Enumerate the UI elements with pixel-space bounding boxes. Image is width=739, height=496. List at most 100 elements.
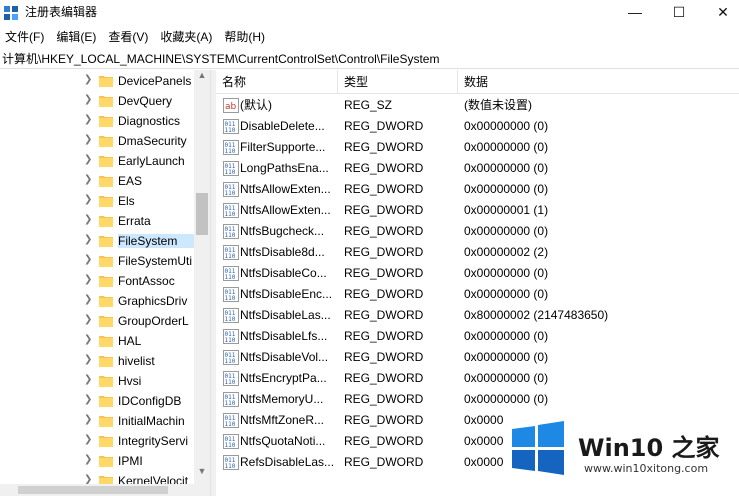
chevron-right-icon[interactable]: ❯ — [84, 414, 92, 425]
scrollbar-thumb[interactable] — [196, 193, 208, 235]
address-bar[interactable]: 计算机\HKEY_LOCAL_MACHINE\SYSTEM\CurrentCon… — [0, 49, 739, 69]
tree-item[interactable]: ❯ GroupOrderL — [0, 311, 194, 331]
chevron-right-icon[interactable]: ❯ — [84, 134, 92, 145]
scrollbar-thumb[interactable] — [18, 486, 168, 494]
tree-item[interactable]: ❯ GraphicsDriv — [0, 291, 194, 311]
tree-item-label: Els — [118, 194, 135, 208]
folder-icon — [99, 356, 113, 367]
value-name: (默认) — [240, 98, 272, 112]
tree-item[interactable]: ❯ IDConfigDB — [0, 391, 194, 411]
chevron-right-icon[interactable]: ❯ — [84, 394, 92, 405]
value-type: REG_DWORD — [344, 287, 424, 301]
value-row[interactable]: 011 110 NtfsAllowExten... REG_DWORD 0x000000… — [216, 200, 739, 221]
binary-value-icon: 011110 — [223, 182, 239, 197]
chevron-right-icon[interactable]: ❯ — [84, 214, 92, 225]
menu-view[interactable]: 查看(V) — [103, 27, 153, 47]
close-button[interactable]: ✕ — [703, 0, 739, 24]
minimize-button[interactable]: — — [615, 0, 655, 24]
value-name: LongPathsEna... — [240, 161, 329, 175]
menu-favorites[interactable]: 收藏夹(A) — [155, 27, 217, 47]
tree-item[interactable]: ❯ InitialMachin — [0, 411, 194, 431]
value-type: REG_DWORD — [344, 329, 424, 343]
chevron-right-icon[interactable]: ❯ — [84, 294, 92, 305]
chevron-right-icon[interactable]: ❯ — [84, 114, 92, 125]
tree-item[interactable]: ❯ EAS — [0, 171, 194, 191]
value-type: REG_DWORD — [344, 140, 424, 154]
tree-item[interactable]: ❯ DevQuery — [0, 91, 194, 111]
value-row[interactable]: 011 110 NtfsDisable8d... REG_DWORD 0x0000000… — [216, 242, 739, 263]
chevron-right-icon[interactable]: ❯ — [84, 174, 92, 185]
value-name: NtfsBugcheck... — [240, 224, 325, 238]
chevron-right-icon[interactable]: ❯ — [84, 274, 92, 285]
tree-item[interactable]: ❯ DevicePanels — [0, 71, 194, 91]
value-name: NtfsDisable8d... — [240, 245, 325, 259]
value-row[interactable]: 011 110 NtfsAllowExten... REG_DWORD 0x000000… — [216, 179, 739, 200]
value-name: NtfsQuotaNoti... — [240, 434, 326, 448]
value-type: REG_DWORD — [344, 119, 424, 133]
folder-icon — [99, 236, 113, 247]
value-row[interactable]: 011 110 NtfsMemoryU... REG_DWORD 0x00000000 … — [216, 389, 739, 410]
tree-vertical-scrollbar[interactable]: ▲ ▼ — [194, 70, 210, 484]
scroll-up-icon[interactable]: ▲ — [194, 70, 210, 86]
chevron-right-icon[interactable]: ❯ — [84, 374, 92, 385]
tree-item[interactable]: ❯ EarlyLaunch — [0, 151, 194, 171]
chevron-right-icon[interactable]: ❯ — [84, 334, 92, 345]
value-row[interactable]: 011 110 NtfsDisableEnc... REG_DWORD 0x000000… — [216, 284, 739, 305]
tree-item[interactable]: ❯ KernelVelocit — [0, 471, 194, 484]
tree-item[interactable]: ❯ HAL — [0, 331, 194, 351]
chevron-right-icon[interactable]: ❯ — [84, 434, 92, 445]
tree-item[interactable]: ❯ FileSystem — [0, 231, 194, 251]
value-row[interactable]: 011 110 FilterSupporte... REG_DWORD 0x000000… — [216, 137, 739, 158]
tree-item[interactable]: ❯ IPMI — [0, 451, 194, 471]
chevron-right-icon[interactable]: ❯ — [84, 474, 92, 484]
binary-value-icon: 011110 — [223, 455, 239, 470]
tree-item[interactable]: ❯ Diagnostics — [0, 111, 194, 131]
maximize-button[interactable]: ☐ — [659, 0, 699, 24]
tree-item-label: GroupOrderL — [118, 314, 189, 328]
value-row[interactable]: 011 110 LongPathsEna... REG_DWORD 0x00000000… — [216, 158, 739, 179]
value-row[interactable]: ab (默认) REG_SZ (数值未设置) — [216, 95, 739, 116]
tree-item[interactable]: ❯ DmaSecurity — [0, 131, 194, 151]
value-type: REG_DWORD — [344, 224, 424, 238]
chevron-right-icon[interactable]: ❯ — [84, 234, 92, 245]
menu-help[interactable]: 帮助(H) — [219, 27, 270, 47]
scroll-down-icon[interactable]: ▼ — [194, 466, 210, 482]
folder-icon — [99, 476, 113, 484]
tree-item[interactable]: ❯ hivelist — [0, 351, 194, 371]
tree-item[interactable]: ❯ IntegrityServi — [0, 431, 194, 451]
chevron-right-icon[interactable]: ❯ — [84, 454, 92, 465]
tree-horizontal-scrollbar[interactable] — [0, 484, 210, 496]
folder-icon — [99, 116, 113, 127]
value-row[interactable]: 011 110 NtfsDisableCo... REG_DWORD 0x0000000… — [216, 263, 739, 284]
tree-item[interactable]: ❯ Errata — [0, 211, 194, 231]
value-row[interactable]: 011 110 DisableDelete... REG_DWORD 0x0000000… — [216, 116, 739, 137]
chevron-right-icon[interactable]: ❯ — [84, 254, 92, 265]
menu-edit[interactable]: 编辑(E) — [51, 27, 101, 47]
chevron-right-icon[interactable]: ❯ — [84, 354, 92, 365]
column-name[interactable]: 名称 — [216, 70, 338, 94]
chevron-right-icon[interactable]: ❯ — [84, 94, 92, 105]
value-row[interactable]: 011 110 NtfsDisableLas... REG_DWORD 0x800000… — [216, 305, 739, 326]
tree-item-label: hivelist — [118, 354, 155, 368]
binary-value-icon: 011110 — [223, 329, 239, 344]
column-data[interactable]: 数据 — [458, 70, 739, 94]
tree-item-label: FontAssoc — [118, 274, 175, 288]
menu-file[interactable]: 文件(F) — [0, 27, 49, 47]
value-row[interactable]: 011 110 NtfsDisableVol... REG_DWORD 0x000000… — [216, 347, 739, 368]
chevron-right-icon[interactable]: ❯ — [84, 314, 92, 325]
value-data: 0x00000001 (1) — [464, 203, 549, 217]
value-row[interactable]: 011 110 NtfsBugcheck... REG_DWORD 0x00000000… — [216, 221, 739, 242]
value-row[interactable]: 011 110 NtfsEncryptPa... REG_DWORD 0x0000000… — [216, 368, 739, 389]
tree-item[interactable]: ❯ Els — [0, 191, 194, 211]
chevron-right-icon[interactable]: ❯ — [84, 194, 92, 205]
value-row[interactable]: 011 110 NtfsDisableLfs... REG_DWORD 0x000000… — [216, 326, 739, 347]
tree-item[interactable]: ❯ FileSystemUti — [0, 251, 194, 271]
value-type: REG_DWORD — [344, 455, 424, 469]
chevron-right-icon[interactable]: ❯ — [84, 154, 92, 165]
svg-text:110: 110 — [225, 400, 236, 407]
tree-item-label: KernelVelocit — [118, 474, 189, 484]
tree-item[interactable]: ❯ FontAssoc — [0, 271, 194, 291]
tree-item[interactable]: ❯ Hvsi — [0, 371, 194, 391]
column-type[interactable]: 类型 — [338, 70, 458, 94]
chevron-right-icon[interactable]: ❯ — [84, 74, 92, 85]
